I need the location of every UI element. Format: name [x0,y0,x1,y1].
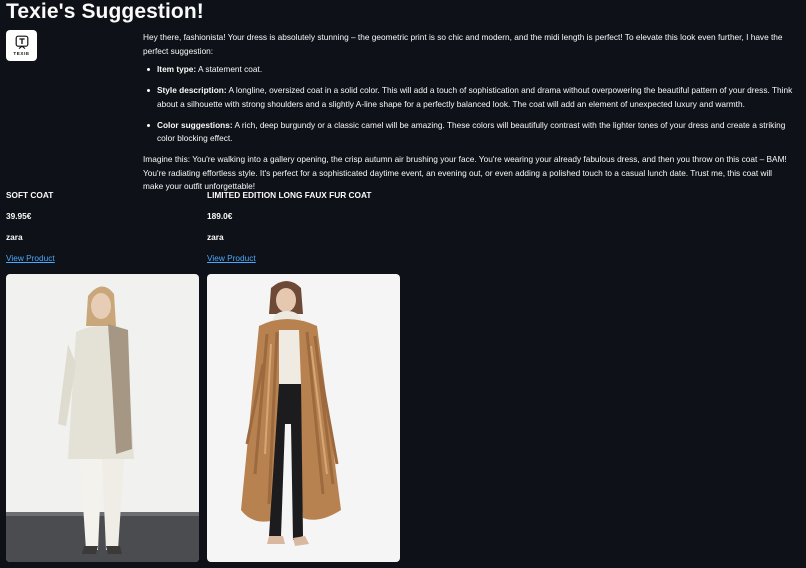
suggestion-message: Hey there, fashionista! Your dress is ab… [143,31,793,194]
product-price: 39.95€ [6,211,32,221]
product-image [207,274,400,562]
avatar-label: TEXIE [13,51,30,56]
view-product-link[interactable]: View Product [207,251,401,265]
app-page: Texie's Suggestion! TEXIE Hey there, fas… [0,0,806,568]
product-name: LIMITED EDITION LONG FAUX FUR COAT [207,190,372,200]
message-intro: Hey there, fashionista! Your dress is ab… [143,32,783,56]
page-title: Texie's Suggestion! [6,0,204,23]
texie-logo-icon [15,35,28,50]
suggestion-color: Color suggestions: A rich, deep burgundy… [147,119,793,146]
product-brand: zara [6,232,23,242]
product-brand: zara [207,232,224,242]
product-price: 189.0€ [207,211,233,221]
product-card-faux-fur-coat: LIMITED EDITION LONG FAUX FUR COAT 189.0… [207,188,401,562]
suggestion-item-type: Item type: A statement coat. [147,63,793,77]
suggestion-list: Item type: A statement coat. Style descr… [143,63,793,146]
product-card-soft-coat: SOFT COAT 39.95€ zara View Product [6,188,200,562]
product-image [6,274,199,562]
view-product-link[interactable]: View Product [6,251,200,265]
product-name: SOFT COAT [6,190,54,200]
suggestion-style-description: Style description: A longline, oversized… [147,84,793,111]
texie-avatar: TEXIE [6,30,37,61]
